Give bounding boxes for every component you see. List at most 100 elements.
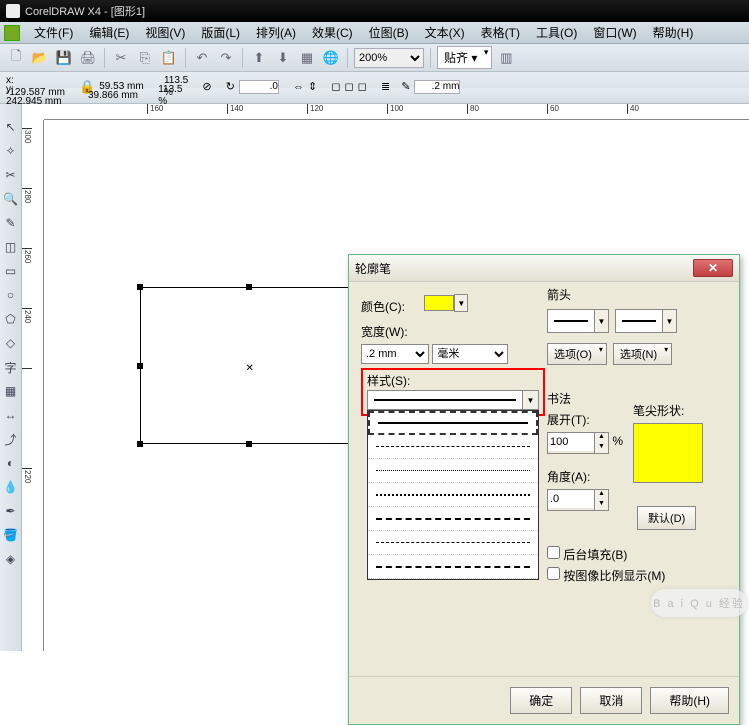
stretch-label: 展开(T): [547, 411, 623, 428]
paste-icon[interactable]: 📋 [159, 48, 179, 68]
ruler-vertical: 300280260240220 [22, 120, 44, 651]
undo-icon[interactable]: ↶ [192, 48, 212, 68]
angle-label: 角度(A): [547, 468, 623, 485]
style-option-dot2[interactable] [368, 483, 538, 507]
style-select[interactable]: ▼ [367, 390, 539, 410]
wrap-icon[interactable]: ≣ [381, 80, 390, 93]
freehand-tool-icon[interactable]: ✎ [3, 215, 19, 231]
style-option-dash2[interactable] [368, 507, 538, 531]
dim-h: 39.866 mm [88, 90, 138, 102]
outline-tool-icon[interactable]: ✒ [3, 503, 19, 519]
arrow-option2-button[interactable]: 选项(N) [613, 343, 672, 365]
rectangle-tool-icon[interactable]: ▭ [3, 263, 19, 279]
selected-rectangle[interactable]: ✕ [140, 287, 357, 444]
menu-tools[interactable]: 工具(O) [528, 24, 585, 41]
menu-arrange[interactable]: 排列(A) [248, 24, 304, 41]
scale-with-image-checkbox[interactable]: 按图像比例显示(M) [547, 567, 665, 584]
nib-label: 笔尖形状: [633, 402, 703, 419]
app-logo-icon [6, 4, 20, 18]
dialog-titlebar[interactable]: 轮廓笔 ✕ [349, 254, 739, 282]
arrow-option1-button[interactable]: 选项(O) [547, 343, 607, 365]
zoom-tool-icon[interactable]: 🔍 [3, 191, 19, 207]
nib-preview [633, 423, 703, 483]
unit-select[interactable]: 毫米 [432, 344, 508, 364]
no-scale-icon[interactable]: ⊘ [202, 80, 211, 93]
mirror-h-icon[interactable]: ⇔ [293, 81, 304, 93]
window-titlebar: CorelDRAW X4 - [图形1] [0, 0, 749, 22]
menu-table[interactable]: 表格(T) [473, 24, 528, 41]
arrow-start-select[interactable]: ▼ [547, 309, 609, 333]
ellipse-tool-icon[interactable]: ○ [3, 287, 19, 303]
arrow-end-select[interactable]: ▼ [615, 309, 677, 333]
style-option-dash1[interactable] [368, 435, 538, 459]
web-icon[interactable]: 🌐 [321, 48, 341, 68]
app-icon[interactable]: ▦ [297, 48, 317, 68]
style-option-solid[interactable] [368, 411, 538, 435]
color-picker[interactable]: ▼ [424, 294, 468, 312]
redo-icon[interactable]: ↷ [216, 48, 236, 68]
dialog-title: 轮廓笔 [355, 260, 391, 277]
menu-view[interactable]: 视图(V) [137, 24, 193, 41]
table-tool-icon[interactable]: ▦ [3, 383, 19, 399]
mirror-v-icon[interactable]: ⇕ [308, 80, 317, 93]
calligraphy-label: 书法 [547, 390, 623, 407]
export-icon[interactable]: ⬇ [273, 48, 293, 68]
cancel-button[interactable]: 取消 [580, 687, 642, 714]
chevron-down-icon: ▼ [522, 391, 538, 409]
menu-file[interactable]: 文件(F) [26, 24, 81, 41]
outline-pen-dialog: 轮廓笔 ✕ 颜色(C): ▼ 宽度(W): .2 mm 毫米 样式(S): ▼ [348, 254, 740, 725]
zoom-select[interactable]: 200% [354, 48, 424, 68]
menu-text[interactable]: 文本(X) [417, 24, 473, 41]
smart-tool-icon[interactable]: ◫ [3, 239, 19, 255]
copy-icon[interactable]: ⎘ [135, 48, 155, 68]
corner-2[interactable]: ◻ [345, 80, 354, 93]
import-icon[interactable]: ⬆ [249, 48, 269, 68]
outline-width-input[interactable] [414, 80, 460, 94]
connector-tool-icon[interactable]: ⤴ [3, 431, 19, 447]
corner-1[interactable]: ◻ [331, 80, 340, 93]
save-icon[interactable]: 💾 [54, 48, 74, 68]
basic-shapes-icon[interactable]: ◇ [3, 335, 19, 351]
menu-bitmaps[interactable]: 位图(B) [361, 24, 417, 41]
corel-logo-icon [4, 25, 20, 41]
new-icon[interactable]: 🗋 [6, 48, 26, 68]
open-icon[interactable]: 📂 [30, 48, 50, 68]
style-option-dash4[interactable] [368, 555, 538, 579]
outline-icon: ✎ [401, 80, 410, 93]
menu-effects[interactable]: 效果(C) [304, 24, 361, 41]
watermark: B a i Q u 经验 [651, 589, 747, 617]
shape-tool-icon[interactable]: ✧ [3, 143, 19, 159]
ok-button[interactable]: 确定 [510, 687, 572, 714]
width-select[interactable]: .2 mm [361, 344, 429, 364]
stretch-input[interactable]: ▲▼ [547, 432, 609, 454]
style-option-dot1[interactable] [368, 459, 538, 483]
default-button[interactable]: 默认(D) [637, 506, 696, 530]
interactive-fill-icon[interactable]: ◈ [3, 551, 19, 567]
crop-tool-icon[interactable]: ✂ [3, 167, 19, 183]
menu-layout[interactable]: 版面(L) [193, 24, 248, 41]
eyedrop-tool-icon[interactable]: 💧 [3, 479, 19, 495]
text-tool-icon[interactable]: 字 [3, 359, 19, 375]
chevron-down-icon: ▼ [454, 294, 468, 312]
behind-fill-checkbox[interactable]: 后台填充(B) [547, 546, 665, 563]
options-icon[interactable]: ▥ [496, 48, 516, 68]
style-option-dash3[interactable] [368, 531, 538, 555]
rotation-input[interactable] [239, 80, 279, 94]
color-swatch [424, 295, 454, 311]
cut-icon[interactable]: ✂ [111, 48, 131, 68]
menu-edit[interactable]: 编辑(E) [81, 24, 137, 41]
ruler-horizontal: 160140120100806040 [44, 104, 749, 120]
fill-tool-icon[interactable]: 🪣 [3, 527, 19, 543]
pick-tool-icon[interactable]: ↖ [3, 119, 19, 135]
corner-3[interactable]: ◻ [358, 80, 367, 93]
effect-tool-icon[interactable]: ◐ [3, 455, 19, 471]
menu-help[interactable]: 帮助(H) [645, 24, 702, 41]
snap-dropdown[interactable]: 贴齐 ▾ [437, 46, 492, 69]
print-icon[interactable]: 🖨 [78, 48, 98, 68]
dimension-tool-icon[interactable]: ↔ [3, 407, 19, 423]
angle-input[interactable]: ▲▼ [547, 489, 609, 511]
menu-window[interactable]: 窗口(W) [585, 24, 644, 41]
polygon-tool-icon[interactable]: ⬠ [3, 311, 19, 327]
help-button[interactable]: 帮助(H) [650, 687, 729, 714]
close-button[interactable]: ✕ [693, 259, 733, 277]
